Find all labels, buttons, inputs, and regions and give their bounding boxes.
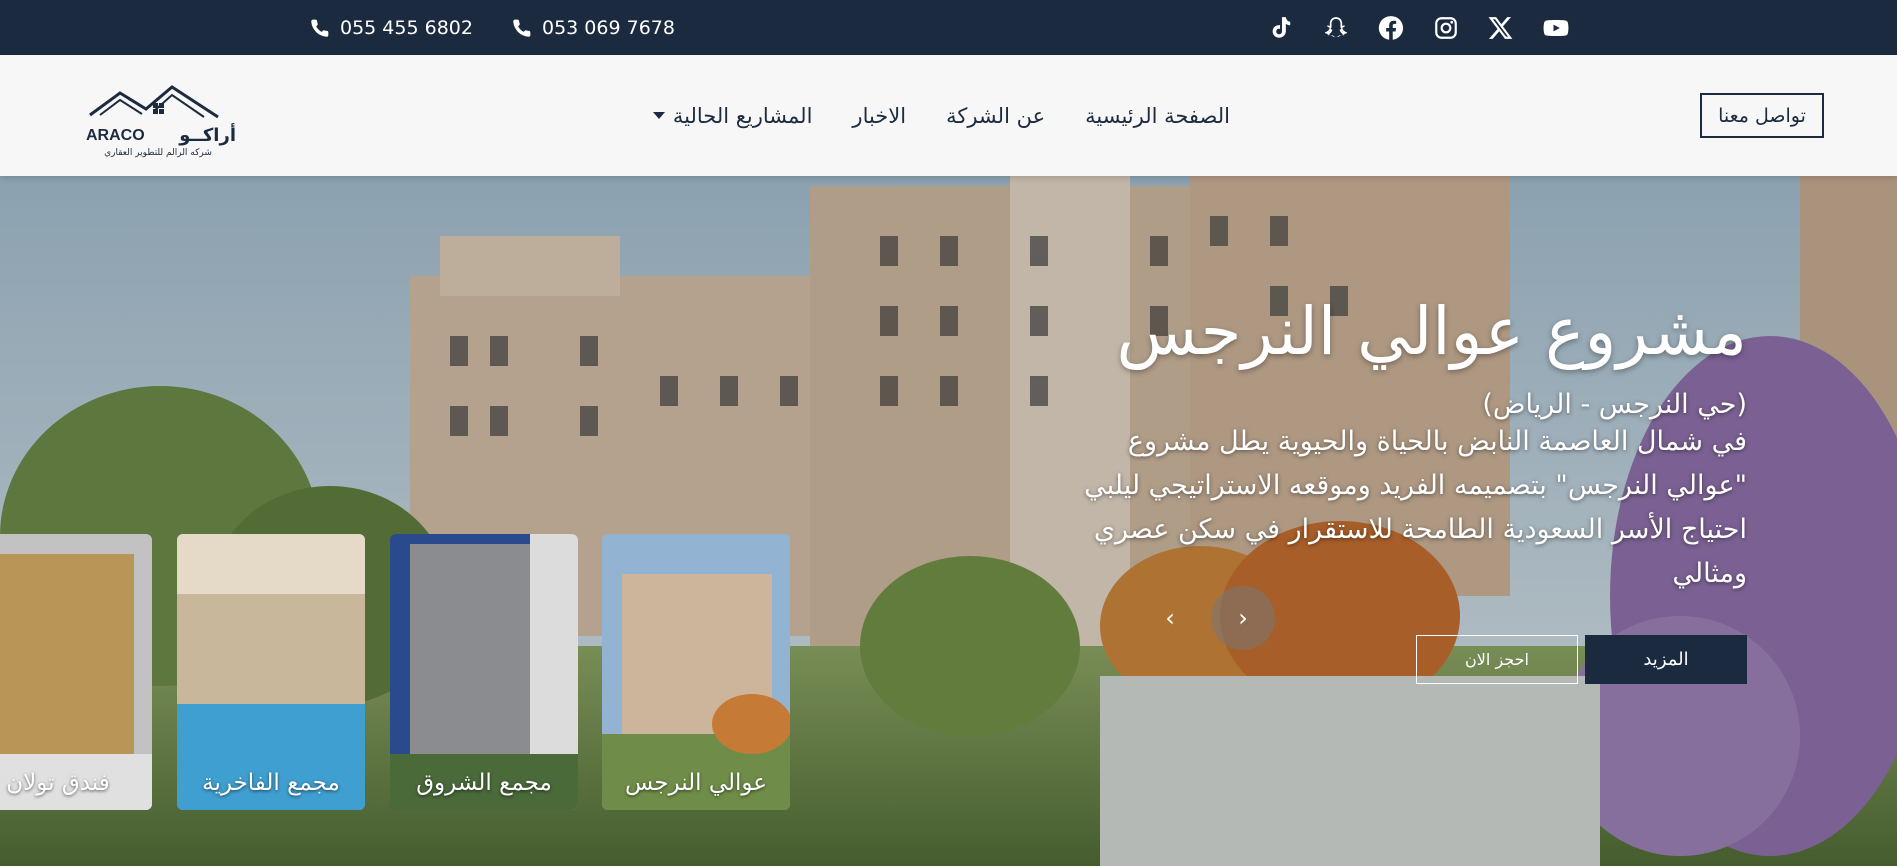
hero-description: في شمال العاصمة النابض بالحياة والحيوية … <box>1084 425 1747 589</box>
top-bar: 055 455 6802 053 069 7678 <box>0 0 1897 55</box>
more-button[interactable]: المزيد <box>1585 635 1747 684</box>
hero-location: (حي النرجس - الرياض) <box>1482 388 1747 420</box>
logo-tagline: شركه الرالم للتطوير العقاري <box>104 148 212 158</box>
thumbnail-image <box>602 534 790 810</box>
thumbnail-image <box>177 534 365 810</box>
thumbnail-image <box>390 534 578 810</box>
thumbnail-caption: مجمع الشروق <box>416 770 552 796</box>
thumbnail-image <box>0 534 152 810</box>
slider-prev-arrow[interactable]: ‹ <box>1138 586 1202 650</box>
thumbnail-tolan-hotel[interactable]: فندق تولان <box>0 534 152 810</box>
company-logo[interactable]: ARACO أراكــو شركه الرالم للتطوير العقار… <box>84 81 236 163</box>
phone-number-1: 055 455 6802 <box>340 16 473 39</box>
logo-arabic: أراكــو <box>179 125 236 146</box>
x-icon[interactable] <box>1487 14 1515 42</box>
tiktok-icon[interactable] <box>1267 14 1295 42</box>
thumbnail-alfakhriya-complex[interactable]: مجمع الفاخرية <box>177 534 365 810</box>
youtube-icon[interactable] <box>1542 14 1570 42</box>
hero-slider: مشروع عوالي النرجس (حي النرجس - الرياض) … <box>0 176 1897 866</box>
social-links <box>1267 0 1570 55</box>
contact-us-button[interactable]: تواصل معنا <box>1700 93 1824 138</box>
hero-caption: مشروع عوالي النرجس (حي النرجس - الرياض) … <box>1047 293 1747 596</box>
caret-down-icon <box>652 112 665 119</box>
thumbnail-caption: عوالي النرجس <box>624 770 768 796</box>
phone-icon <box>513 19 531 37</box>
nav-home[interactable]: الصفحة الرئيسية <box>1065 104 1250 128</box>
nav-current-projects-dropdown[interactable]: المشاريع الحالية <box>633 104 833 128</box>
phone-icon <box>311 19 329 37</box>
book-now-button[interactable]: احجز الان <box>1416 635 1578 684</box>
phone-link-2[interactable]: 053 069 7678 <box>512 0 675 55</box>
logo-latin: ARACO <box>86 126 145 144</box>
hero-title: مشروع عوالي النرجس <box>1116 293 1747 370</box>
main-navbar: ARACO أراكــو شركه الرالم للتطوير العقار… <box>0 55 1897 176</box>
instagram-icon[interactable] <box>1432 14 1460 42</box>
facebook-icon[interactable] <box>1377 14 1405 42</box>
thumbnail-caption: فندق تولان <box>6 770 110 796</box>
phone-number-2: 053 069 7678 <box>542 16 675 39</box>
thumbnail-caption: مجمع الفاخرية <box>202 770 340 796</box>
thumbnail-alshorouq-complex[interactable]: مجمع الشروق <box>390 534 578 810</box>
phone-link-1[interactable]: 055 455 6802 <box>310 0 473 55</box>
snapchat-icon[interactable] <box>1322 14 1350 42</box>
nav-about[interactable]: عن الشركة <box>926 104 1065 128</box>
nav-news[interactable]: الاخبار <box>832 104 926 128</box>
main-nav: الصفحة الرئيسية عن الشركة الاخبار المشار… <box>633 55 1250 176</box>
thumbnail-awali-alnarjis[interactable]: عوالي النرجس <box>602 534 790 810</box>
slider-next-arrow[interactable]: › <box>1211 586 1275 650</box>
